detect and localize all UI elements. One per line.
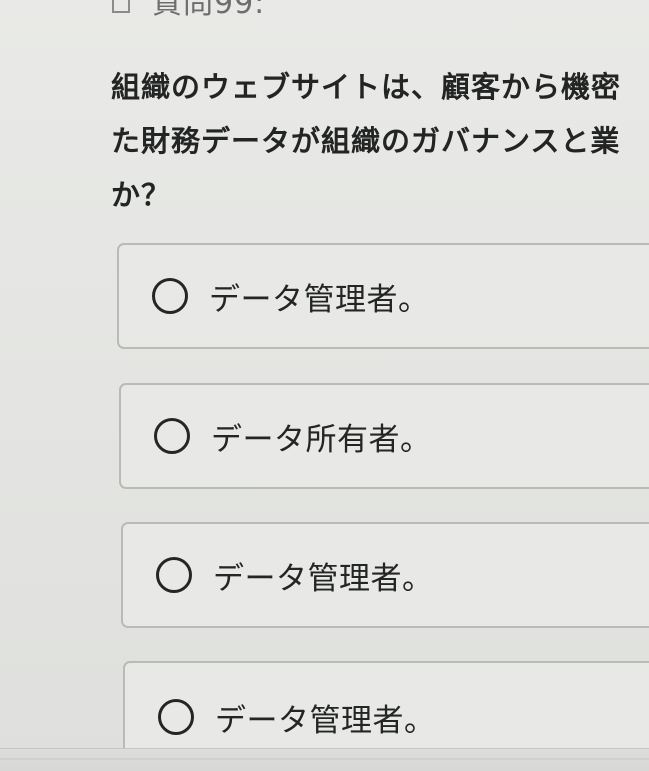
answer-option-label: データ管理者。 bbox=[213, 560, 434, 597]
answer-option-2[interactable]: データ所有者。 bbox=[119, 383, 649, 489]
answer-option-1[interactable]: データ管理者。 bbox=[117, 243, 649, 349]
answer-option-3[interactable]: データ管理者。 bbox=[121, 522, 649, 628]
screen-bottom-divider bbox=[0, 758, 649, 760]
radio-button[interactable] bbox=[158, 699, 194, 735]
answer-options: データ管理者。 データ所有者。 データ管理者。 データ管理者。 bbox=[0, 0, 649, 771]
radio-button[interactable] bbox=[156, 557, 192, 593]
answer-option-label: データ管理者。 bbox=[209, 281, 430, 318]
radio-button[interactable] bbox=[152, 278, 188, 314]
answer-option-label: データ管理者。 bbox=[215, 702, 436, 739]
quiz-screen: 質問99: 組織のウェブサイトは、顧客から機密 た財務データが組織のガバナンスと… bbox=[0, 0, 649, 771]
radio-button[interactable] bbox=[154, 418, 190, 454]
answer-option-label: データ所有者。 bbox=[211, 421, 432, 458]
